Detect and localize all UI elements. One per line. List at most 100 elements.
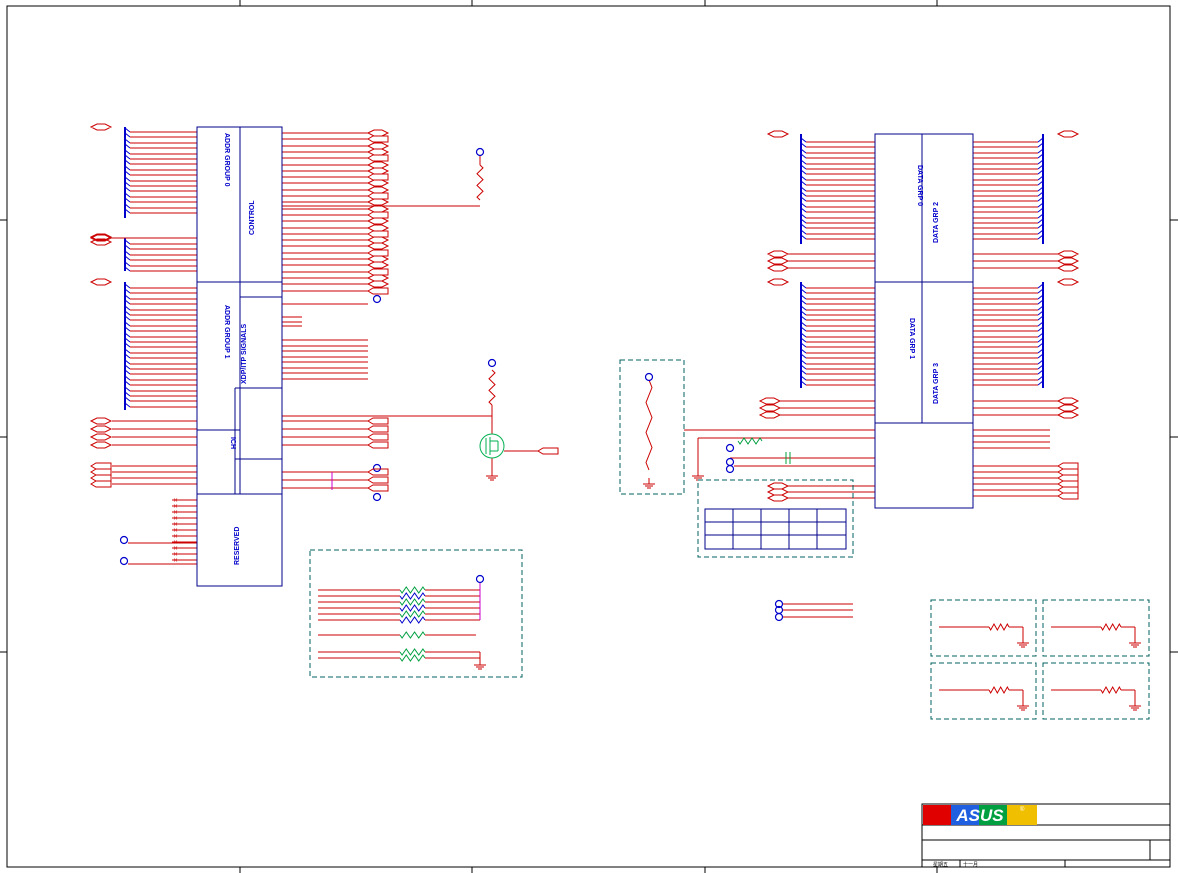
bus-port-right (1056, 278, 1080, 286)
test-point-right (725, 457, 735, 467)
footer-date: 星期五 (933, 862, 948, 868)
net-port-ich (367, 425, 389, 433)
asus-logo-text: ASUS (955, 806, 1004, 825)
net-port-left (89, 417, 113, 425)
vcc-point (475, 147, 485, 157)
pulldown-resistor (988, 622, 1010, 632)
net-port-control (367, 211, 389, 219)
net-port-control (366, 261, 390, 269)
vref-divider (645, 379, 653, 471)
bus-port-left-2 (89, 278, 113, 286)
net-port-control (367, 249, 389, 257)
net-port-right (1057, 480, 1079, 488)
net-port-control (367, 230, 389, 238)
strap-resistor (399, 654, 426, 662)
net-port-right (1057, 492, 1079, 500)
strap-resistor (399, 616, 426, 624)
strap-resistor (399, 598, 426, 606)
net-port-left (89, 433, 113, 441)
net-port-ich (367, 484, 389, 492)
test-point-right (725, 464, 735, 474)
registered-mark: ® (1020, 806, 1025, 813)
net-port-strobe (1056, 404, 1080, 412)
net-port-control (366, 274, 390, 282)
strap-resistor (399, 610, 426, 618)
net-port-control (366, 242, 390, 250)
net-port-control (367, 268, 389, 276)
strap-resistor (399, 648, 426, 656)
net-port-right (1057, 462, 1079, 470)
net-port-control (366, 129, 390, 137)
test-point-ich (372, 463, 382, 473)
strap-resistor (399, 631, 426, 639)
mosfet-q (479, 433, 505, 459)
test-point-control (372, 294, 382, 304)
net-port-left (89, 441, 113, 449)
net-port-control (366, 224, 390, 232)
test-point-left (119, 556, 129, 566)
net-port-right (766, 488, 790, 496)
net-port-control (366, 186, 390, 194)
net-port-strobe (1056, 257, 1080, 265)
net-port-control (366, 179, 390, 187)
net-port-strobe (758, 411, 782, 419)
label-data-grp-0: DATA GRP 0 (916, 165, 923, 206)
pullup-resistor (476, 164, 484, 201)
net-port-control (367, 173, 389, 181)
net-port-strobe (766, 250, 790, 258)
net-port-ich (367, 441, 389, 449)
vcc-point (475, 574, 485, 584)
net-port-right (1057, 468, 1079, 476)
net-port-strobe (758, 397, 782, 405)
label-data-grp-3: DATA GRP 3 (933, 363, 940, 404)
bus-port-right (1056, 130, 1080, 138)
pulldown-resistor (1100, 685, 1122, 695)
pulldown-resistor (1100, 622, 1122, 632)
cpu-left-symbol (196, 126, 283, 587)
net-port-control (367, 135, 389, 143)
net-port-left (90, 474, 112, 482)
net-port-strobe (1056, 264, 1080, 272)
label-reserved: RESERVED (234, 527, 241, 565)
net-port-strobe (758, 404, 782, 412)
test-point-left (119, 535, 129, 545)
net-port-control (366, 236, 390, 244)
mosfet-pullup (488, 369, 496, 406)
net-port-right (1057, 486, 1079, 494)
test-point-bottom (774, 612, 784, 622)
strap-resistor (399, 604, 426, 612)
test-point-ich (372, 492, 382, 502)
vcc-point (644, 372, 654, 382)
strap-resistor (399, 592, 426, 600)
net-port-strobe (766, 257, 790, 265)
label-control: CONTROL (249, 200, 256, 235)
net-port-control (367, 192, 389, 200)
net-port-left (90, 468, 112, 476)
bus-port-right (766, 278, 790, 286)
net-port-control (367, 154, 389, 162)
option-table (704, 508, 847, 550)
cpu-right-symbol (874, 133, 974, 509)
net-port-strobe (1056, 411, 1080, 419)
net-port-right (1057, 474, 1079, 482)
net-port-control (366, 148, 390, 156)
net-port-right (766, 482, 790, 490)
bus-port-right (766, 130, 790, 138)
label-xdp-itp-signals: XDP/ITP SIGNALS (241, 324, 248, 384)
net-port-control (366, 167, 390, 175)
net-port-ich (367, 468, 389, 476)
net-port-ich (367, 417, 389, 425)
net-port-left (90, 462, 112, 470)
label-addr-group-0: ADDR GROUP 0 (223, 133, 230, 187)
bus-port-left-0 (89, 123, 113, 131)
net-port-ich (367, 433, 389, 441)
net-port-control (366, 142, 390, 150)
pulldown-resistor (988, 685, 1010, 695)
net-port-right (766, 494, 790, 502)
comp-resistor (737, 437, 763, 445)
nc-mark: × (173, 557, 178, 564)
vcc-point (487, 358, 497, 368)
dashed-regions (309, 359, 1150, 720)
net-port-control (367, 287, 389, 295)
schematic-drawing: ××××××××××× ADDR GROUP 0 CONTROL ADDR GR… (0, 0, 1178, 873)
